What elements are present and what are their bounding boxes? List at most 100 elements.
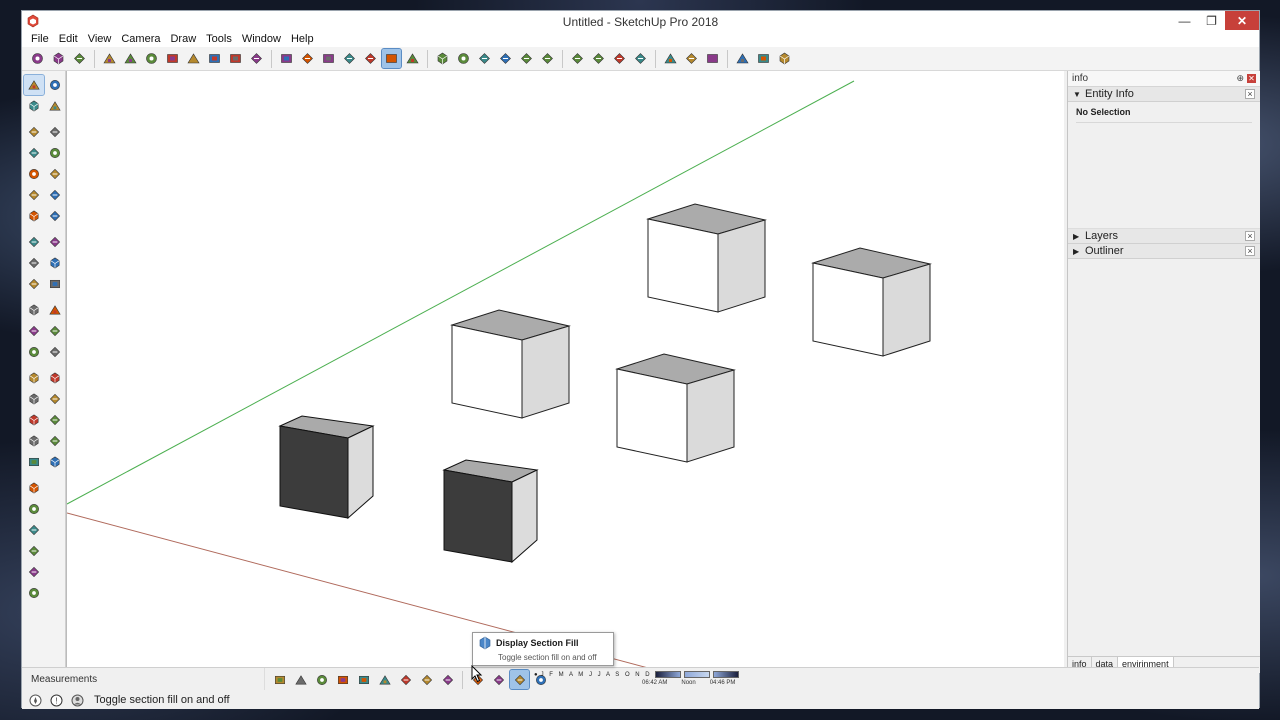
measurements-box[interactable]: Measurements bbox=[22, 668, 265, 690]
cube[interactable] bbox=[450, 309, 571, 419]
outliner-header[interactable]: ▶ Outliner × bbox=[1068, 244, 1260, 259]
two-point-arc-icon[interactable] bbox=[45, 185, 65, 205]
new-icon[interactable] bbox=[28, 49, 47, 68]
share-model-icon[interactable] bbox=[589, 49, 608, 68]
panel-close-icon[interactable]: × bbox=[1245, 231, 1255, 241]
add-location-icon[interactable] bbox=[661, 49, 680, 68]
zoom-window-icon[interactable] bbox=[45, 389, 65, 409]
menu-edit[interactable]: Edit bbox=[54, 32, 83, 47]
print-icon[interactable] bbox=[226, 49, 245, 68]
back-view-icon[interactable] bbox=[517, 49, 536, 68]
left-view-icon[interactable] bbox=[538, 49, 557, 68]
iso-view-icon[interactable] bbox=[433, 49, 452, 68]
shaded-textures-icon[interactable] bbox=[381, 48, 402, 69]
save-icon[interactable] bbox=[70, 49, 89, 68]
display-section-cuts-icon[interactable] bbox=[509, 669, 530, 690]
match-photo-icon[interactable] bbox=[417, 670, 436, 689]
pin-icon[interactable]: ⊕ bbox=[1236, 73, 1244, 84]
time-slider-pm[interactable] bbox=[712, 671, 739, 678]
panel-close-icon[interactable]: × bbox=[1245, 246, 1255, 256]
restore-button[interactable]: ❐ bbox=[1198, 11, 1225, 30]
geo-location-icon[interactable] bbox=[27, 692, 44, 709]
menu-tools[interactable]: Tools bbox=[201, 32, 237, 47]
push-pull-icon[interactable] bbox=[45, 232, 65, 252]
panel-close-icon[interactable]: × bbox=[1245, 89, 1255, 99]
protractor-icon[interactable] bbox=[24, 321, 44, 341]
warehouse-icon[interactable] bbox=[568, 49, 587, 68]
close-button[interactable]: ✕ bbox=[1225, 11, 1259, 30]
eraser-icon[interactable] bbox=[45, 96, 65, 116]
minimize-button[interactable]: — bbox=[1171, 11, 1198, 30]
axes-icon[interactable] bbox=[24, 342, 44, 362]
menu-file[interactable]: File bbox=[26, 32, 54, 47]
sandbox-from-contours-icon[interactable] bbox=[24, 478, 44, 498]
drawing-area[interactable] bbox=[66, 71, 1064, 673]
menu-camera[interactable]: Camera bbox=[116, 32, 165, 47]
walk-icon[interactable] bbox=[24, 452, 44, 472]
cube[interactable] bbox=[646, 203, 767, 313]
hidden-line-icon[interactable] bbox=[340, 49, 359, 68]
stamp-icon[interactable] bbox=[24, 541, 44, 561]
move-icon[interactable] bbox=[24, 232, 44, 252]
share-component-icon[interactable] bbox=[631, 49, 650, 68]
classifier-icon[interactable] bbox=[754, 49, 773, 68]
line-icon[interactable] bbox=[24, 122, 44, 142]
undo-icon[interactable] bbox=[184, 49, 203, 68]
menu-draw[interactable]: Draw bbox=[165, 32, 201, 47]
right-view-icon[interactable] bbox=[496, 49, 515, 68]
smoove-icon[interactable] bbox=[24, 520, 44, 540]
cube[interactable] bbox=[811, 247, 932, 357]
look-around-icon[interactable] bbox=[45, 431, 65, 451]
tape-measure-icon[interactable] bbox=[24, 300, 44, 320]
menu-help[interactable]: Help bbox=[286, 32, 319, 47]
pan-icon[interactable] bbox=[45, 368, 65, 388]
previous-view-icon[interactable] bbox=[45, 410, 65, 430]
sectioned-cube[interactable] bbox=[442, 459, 539, 564]
user-account-icon[interactable] bbox=[69, 692, 86, 709]
back-edges-icon[interactable] bbox=[298, 49, 317, 68]
sectioned-cube[interactable] bbox=[278, 415, 375, 520]
edge-style-icon[interactable] bbox=[354, 670, 373, 689]
wireframe-icon[interactable] bbox=[319, 49, 338, 68]
follow-me-icon[interactable] bbox=[45, 253, 65, 273]
text-icon[interactable] bbox=[45, 321, 65, 341]
paint-bucket-icon[interactable] bbox=[24, 96, 44, 116]
credits-icon[interactable]: ! bbox=[48, 692, 65, 709]
section-plane-display-icon[interactable] bbox=[291, 670, 310, 689]
month-slider[interactable]: J F M A M J J A S O N D bbox=[541, 672, 652, 678]
menu-view[interactable]: View bbox=[83, 32, 117, 47]
pie-icon[interactable] bbox=[45, 206, 65, 226]
drape-icon[interactable] bbox=[24, 562, 44, 582]
face-style-icon[interactable] bbox=[375, 670, 394, 689]
freehand-icon[interactable] bbox=[45, 122, 65, 142]
copy-icon[interactable] bbox=[121, 49, 140, 68]
xray-icon[interactable] bbox=[277, 49, 296, 68]
time-slider-noon[interactable] bbox=[683, 671, 710, 678]
photo-texture-icon[interactable] bbox=[703, 49, 722, 68]
arc-icon[interactable] bbox=[24, 185, 44, 205]
circle-icon[interactable] bbox=[24, 164, 44, 184]
time-slider-am[interactable] bbox=[654, 671, 681, 678]
offset-icon[interactable] bbox=[45, 274, 65, 294]
redo-icon[interactable] bbox=[205, 49, 224, 68]
toggle-terrain-icon[interactable] bbox=[682, 49, 701, 68]
monochrome-icon[interactable] bbox=[403, 49, 422, 68]
display-section-planes-icon[interactable] bbox=[489, 670, 508, 689]
section-plane-icon[interactable] bbox=[45, 452, 65, 472]
menu-window[interactable]: Window bbox=[237, 32, 286, 47]
polygon-icon[interactable] bbox=[45, 164, 65, 184]
shadows-icon[interactable] bbox=[312, 670, 331, 689]
make-component-icon[interactable] bbox=[45, 75, 65, 95]
scale-icon[interactable] bbox=[24, 274, 44, 294]
tray-close-icon[interactable]: ✕ bbox=[1247, 74, 1256, 83]
select-icon[interactable] bbox=[23, 74, 45, 96]
zoom-extents-icon[interactable] bbox=[24, 410, 44, 430]
erase-selection-icon[interactable] bbox=[163, 49, 182, 68]
layers-header[interactable]: ▶ Layers × bbox=[1068, 229, 1260, 244]
paste-icon[interactable] bbox=[142, 49, 161, 68]
orbit-icon[interactable] bbox=[24, 368, 44, 388]
zoom-icon[interactable] bbox=[24, 389, 44, 409]
extension-warehouse-icon[interactable] bbox=[610, 49, 629, 68]
rectangle-icon[interactable] bbox=[24, 143, 44, 163]
sandbox-from-scratch-icon[interactable] bbox=[24, 499, 44, 519]
